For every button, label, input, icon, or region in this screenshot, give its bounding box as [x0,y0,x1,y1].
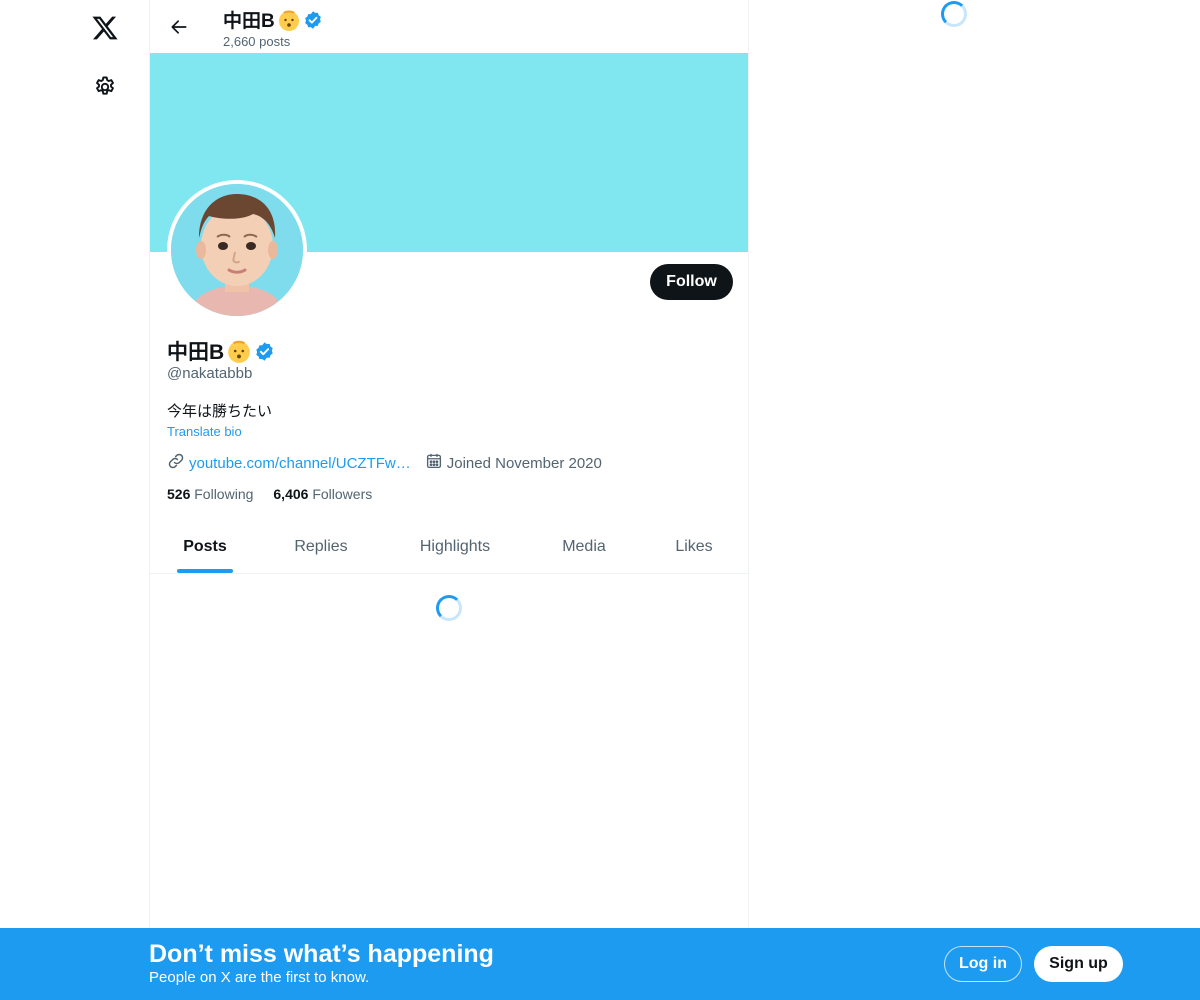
tab-likes[interactable]: Likes [640,520,748,573]
website-link[interactable]: youtube.com/channel/UCZTFw… [189,455,411,472]
followers-label: Followers [312,486,373,502]
profile-tabs: Posts Replies Highlights Media Likes [150,520,748,574]
avatar[interactable] [167,180,307,320]
tab-posts[interactable]: Posts [150,520,260,573]
loading-spinner-icon [436,595,462,621]
login-button[interactable]: Log in [944,946,1022,982]
link-icon [167,452,185,474]
back-arrow-icon[interactable] [162,10,196,44]
signup-banner-title: Don’t miss what’s happening [149,940,494,968]
follow-button[interactable]: Follow [650,264,733,300]
website-item[interactable]: youtube.com/channel/UCZTFw… [167,452,411,474]
header-display-name: 中田B [223,11,275,32]
joined-item: Joined November 2020 [425,452,602,474]
x-logo-icon[interactable] [82,5,128,51]
tab-highlights[interactable]: Highlights [382,520,528,573]
verified-badge-icon[interactable] [254,341,275,362]
sidebar-loading-spinner-icon [941,1,967,27]
following-label: Following [194,486,254,502]
follow-counts: 526 Following 6,406 Followers [167,486,372,502]
joined-date: Joined November 2020 [446,454,602,472]
followers-link[interactable]: 6,406 Followers [273,486,372,502]
tab-replies[interactable]: Replies [260,520,382,573]
following-count: 526 [167,486,191,502]
profile-header-bar: 中田B 2,660 posts [150,0,748,53]
left-nav [0,0,150,1000]
gear-icon[interactable] [82,64,128,110]
tab-media[interactable]: Media [528,520,640,573]
followers-count: 6,406 [273,486,309,502]
signup-banner-subtitle: People on X are the first to know. [149,969,370,986]
profile-handle: @nakatabbb [167,365,253,382]
following-link[interactable]: 526 Following [167,486,253,502]
translate-bio-link[interactable]: Translate bio [167,424,242,439]
profile-display-name-row: 中田B [167,336,275,366]
calendar-icon [425,452,443,474]
header-display-name-row: 中田B [223,6,323,33]
profile-bio: 今年は勝ちたい [167,403,273,420]
signup-button[interactable]: Sign up [1034,946,1123,982]
baby-emoji-icon [226,338,252,364]
baby-emoji-icon [277,8,301,32]
main-column: 中田B 2,660 posts Follow 中田B @nakatabbb 今年… [149,0,749,1000]
profile-meta: youtube.com/channel/UCZTFw… Joined Novem… [167,452,602,474]
posts-count: 2,660 posts [223,34,291,49]
verified-badge-icon [303,10,323,30]
profile-display-name: 中田B [167,341,225,364]
